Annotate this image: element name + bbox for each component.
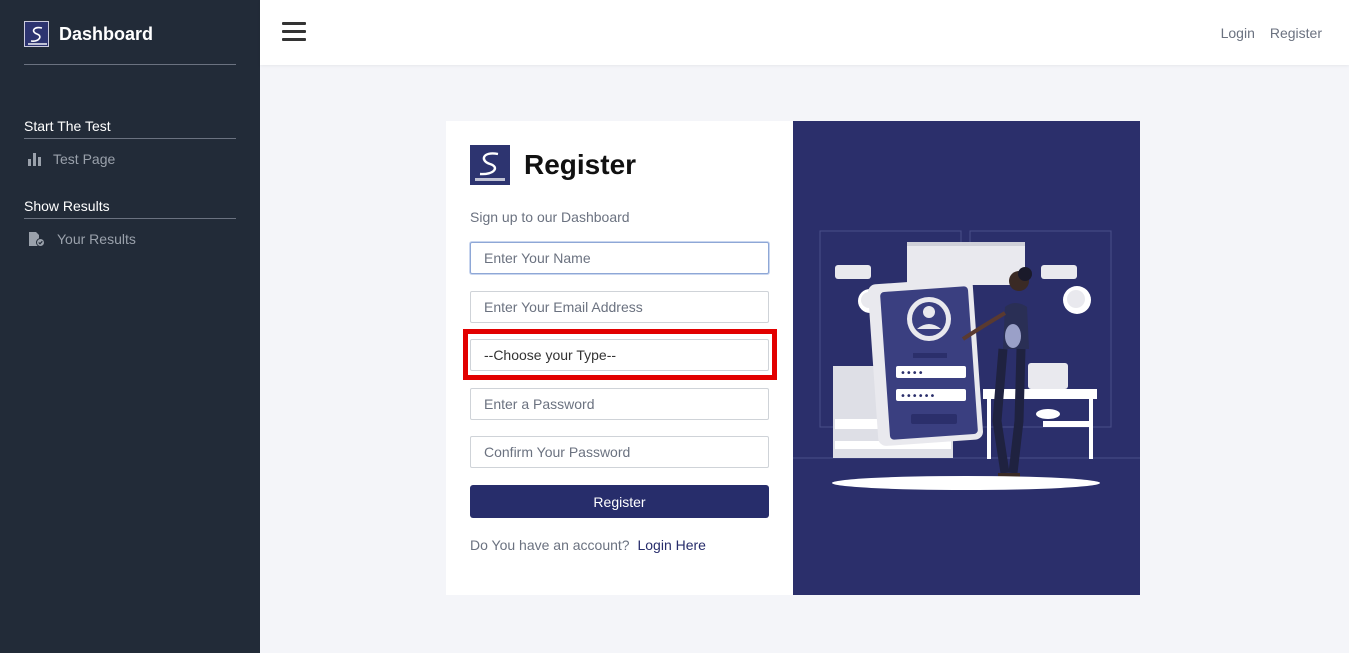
brand-divider <box>24 64 236 65</box>
login-link[interactable]: Login <box>1221 25 1255 41</box>
register-card: Register Sign up to our Dashboard --Choo… <box>446 121 1140 595</box>
name-input[interactable] <box>470 242 769 274</box>
file-check-icon <box>29 231 45 247</box>
logo-icon <box>24 21 49 47</box>
topbar: Login Register <box>260 0 1349 65</box>
password-mask-text: •••••• <box>900 391 935 402</box>
type-select[interactable]: --Choose your Type-- <box>470 339 769 371</box>
login-here-link[interactable]: Login Here <box>637 537 706 553</box>
section-title-show-results: Show Results <box>24 198 236 219</box>
top-nav: Login Register <box>1206 25 1322 41</box>
illustration-panel: •••• •••••• <box>793 121 1140 595</box>
register-form: Register Sign up to our Dashboard --Choo… <box>446 121 793 595</box>
sidebar: Dashboard Start The Test Test Page Show … <box>0 0 260 653</box>
account-prompt-text: Do You have an account? <box>470 537 630 553</box>
register-button[interactable]: Register <box>470 485 769 518</box>
user-login-illustration: •••• •••••• <box>793 230 1140 490</box>
brand[interactable]: Dashboard <box>24 20 153 48</box>
form-title: Register <box>524 149 637 180</box>
pin-mask-text: •••• <box>900 368 924 379</box>
form-subtitle: Sign up to our Dashboard <box>470 209 630 225</box>
password-input[interactable] <box>470 388 769 420</box>
sidebar-item-label: Your Results <box>57 231 136 247</box>
confirm-password-input[interactable] <box>470 436 769 468</box>
app-title: Dashboard <box>59 23 154 44</box>
email-input[interactable] <box>470 291 769 323</box>
sidebar-item-label: Test Page <box>53 151 116 167</box>
section-title-start-test: Start The Test <box>24 118 236 139</box>
sidebar-item-your-results[interactable]: Your Results <box>28 231 136 247</box>
register-link[interactable]: Register <box>1270 25 1322 41</box>
sidebar-item-test-page[interactable]: Test Page <box>28 151 115 167</box>
hamburger-icon[interactable] <box>282 22 306 42</box>
type-select-value: --Choose your Type-- <box>484 347 617 363</box>
logo-icon <box>470 145 510 185</box>
account-prompt: Do You have an account? Login Here <box>470 537 706 553</box>
bar-chart-icon <box>28 152 41 166</box>
